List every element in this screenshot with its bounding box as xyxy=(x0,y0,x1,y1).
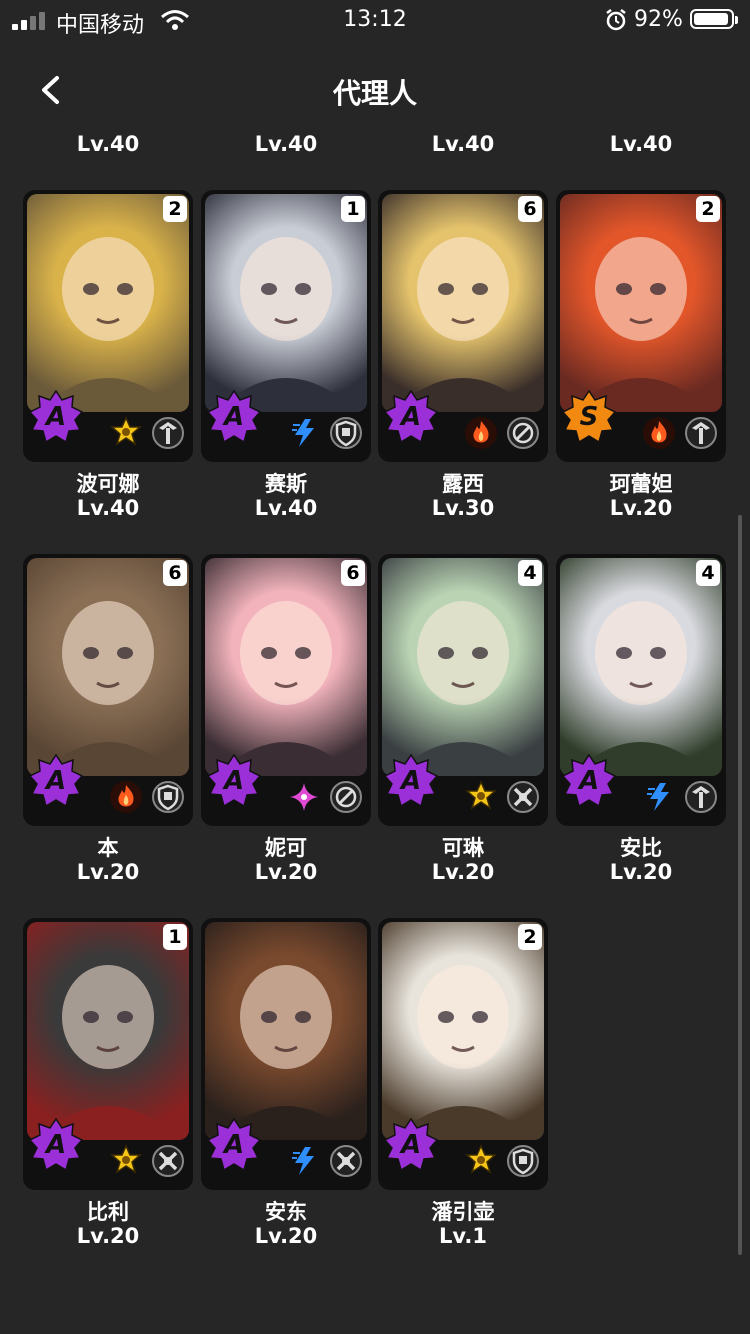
agent-card[interactable]: 1 A xyxy=(201,190,371,462)
rank-badge: 6 xyxy=(341,560,365,586)
attribute-electric-icon xyxy=(287,416,321,450)
agent-level: Lv.20 xyxy=(609,496,673,520)
rank-badge: 2 xyxy=(518,924,542,950)
alarm-icon xyxy=(606,9,626,31)
grade-a-icon: A xyxy=(207,390,261,444)
specialty-support-icon xyxy=(329,780,363,814)
rank-badge: 4 xyxy=(518,560,542,586)
rank-badge: 6 xyxy=(163,560,187,586)
rank-badge: 2 xyxy=(696,196,720,222)
attribute-electric-icon xyxy=(287,1144,321,1178)
agent-card[interactable]: 2 A xyxy=(23,190,193,462)
agent-name: 赛斯 xyxy=(265,472,307,496)
agent-portrait xyxy=(27,194,189,412)
agent-level: Lv.40 xyxy=(76,496,140,520)
agent-name: 本 xyxy=(97,836,119,860)
grade-a-icon: A xyxy=(562,754,616,808)
agent-level: Lv.40 xyxy=(254,132,318,156)
scrollbar[interactable] xyxy=(738,515,742,1255)
agent-portrait xyxy=(27,922,189,1140)
specialty-attack-icon xyxy=(506,780,540,814)
agent-name: 妮可 xyxy=(265,836,307,860)
agent-level: Lv.30 xyxy=(431,496,495,520)
battery-icon xyxy=(690,9,738,29)
grade-a-icon: A xyxy=(29,754,83,808)
nav-bar: 代理人 xyxy=(0,60,750,120)
grade-a-icon: A xyxy=(384,1118,438,1172)
agent-name: 潘引壶 xyxy=(431,1200,495,1224)
agent-card[interactable]: 1 A xyxy=(23,918,193,1190)
specialty-stun-icon xyxy=(684,780,718,814)
page-title: 代理人 xyxy=(332,77,417,110)
attribute-physical-icon xyxy=(464,780,498,814)
specialty-defense-icon xyxy=(151,780,185,814)
attribute-fire-icon xyxy=(109,780,143,814)
agent-card[interactable]: 6 A xyxy=(378,190,548,462)
specialty-stun-icon xyxy=(151,416,185,450)
rank-badge: 2 xyxy=(163,196,187,222)
agent-level: Lv.20 xyxy=(76,860,140,884)
agent-card[interactable]: 2 A xyxy=(378,918,548,1190)
agent-portrait xyxy=(560,558,722,776)
attribute-fire-icon xyxy=(642,416,676,450)
attribute-electric-icon xyxy=(642,780,676,814)
grade-a-icon: A xyxy=(207,1118,261,1172)
specialty-defense-icon xyxy=(506,1144,540,1178)
specialty-attack-icon xyxy=(329,1144,363,1178)
agent-portrait xyxy=(205,922,367,1140)
grade-a-icon: A xyxy=(384,754,438,808)
agent-name: 比利 xyxy=(87,1200,129,1224)
agent-portrait xyxy=(205,194,367,412)
grade-a-icon: A xyxy=(29,1118,83,1172)
agent-name: 可琳 xyxy=(442,836,484,860)
rank-badge: 4 xyxy=(696,560,720,586)
grade-a-icon: A xyxy=(29,390,83,444)
agent-card[interactable]: 4 A xyxy=(378,554,548,826)
agent-name: 珂蕾妲 xyxy=(609,472,673,496)
agent-name: 波可娜 xyxy=(76,472,140,496)
grade-s-icon: S xyxy=(562,390,616,444)
grade-a-icon: A xyxy=(207,754,261,808)
agent-card[interactable]: 4 A xyxy=(556,554,726,826)
agent-level: Lv.20 xyxy=(431,860,495,884)
agent-level: Lv.20 xyxy=(76,1224,140,1248)
status-bar: 中国移动 13:12 92% xyxy=(0,0,750,40)
agent-level: Lv.20 xyxy=(254,1224,318,1248)
battery-percent: 92% xyxy=(634,7,683,32)
agent-name: 安东 xyxy=(265,1200,307,1224)
agent-portrait xyxy=(382,558,544,776)
agent-level: Lv.20 xyxy=(254,860,318,884)
specialty-stun-icon xyxy=(684,416,718,450)
agent-card[interactable]: 6 A xyxy=(23,554,193,826)
agent-level: Lv.1 xyxy=(439,1224,487,1248)
specialty-support-icon xyxy=(506,416,540,450)
agent-portrait xyxy=(382,922,544,1140)
agent-level: Lv.40 xyxy=(609,132,673,156)
agent-card[interactable]: 6 A xyxy=(201,554,371,826)
agent-portrait xyxy=(382,194,544,412)
specialty-attack-icon xyxy=(151,1144,185,1178)
attribute-ether-icon xyxy=(287,780,321,814)
specialty-defense-icon xyxy=(329,416,363,450)
agent-level: Lv.40 xyxy=(431,132,495,156)
agent-level: Lv.40 xyxy=(76,132,140,156)
attribute-physical-icon xyxy=(109,416,143,450)
agent-card[interactable]: 2 S xyxy=(556,190,726,462)
agent-name: 安比 xyxy=(620,836,662,860)
attribute-physical-icon xyxy=(464,1144,498,1178)
grade-a-icon: A xyxy=(384,390,438,444)
attribute-physical-icon xyxy=(109,1144,143,1178)
attribute-fire-icon xyxy=(464,416,498,450)
agent-portrait xyxy=(27,558,189,776)
agent-portrait xyxy=(205,558,367,776)
agent-level: Lv.40 xyxy=(254,496,318,520)
rank-badge: 1 xyxy=(163,924,187,950)
rank-badge: 1 xyxy=(341,196,365,222)
previous-row-levels: Lv.40 Lv.40 Lv.40 Lv.40 xyxy=(0,132,750,162)
agent-card[interactable]: A xyxy=(201,918,371,1190)
agent-portrait xyxy=(560,194,722,412)
agent-level: Lv.20 xyxy=(609,860,673,884)
rank-badge: 6 xyxy=(518,196,542,222)
agent-name: 露西 xyxy=(442,472,484,496)
